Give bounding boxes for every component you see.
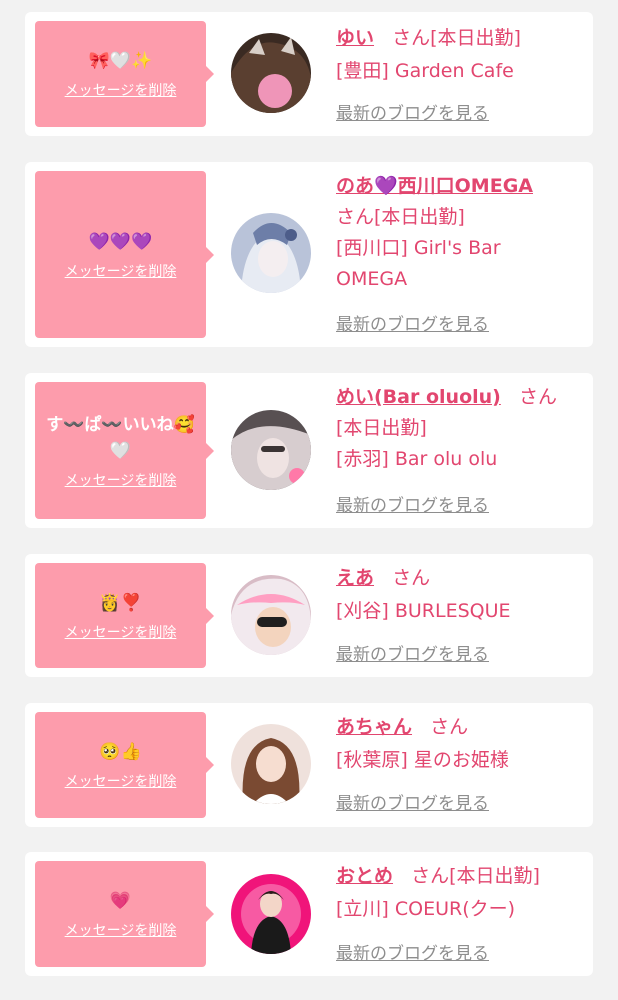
message-card: す〰️ぱ〰️いいね🥰🤍 メッセージを削除 めい(Bar oluolu) さん [… — [25, 373, 593, 528]
delete-message-link[interactable]: メッセージを削除 — [65, 920, 177, 940]
status-text: さん — [430, 716, 469, 738]
name-link[interactable]: えあ — [336, 567, 374, 589]
status-text: さん — [518, 386, 557, 408]
profile-info: のあ💜西川口OMEGA さん[本日出勤] [西川口] Girl's Bar OM… — [336, 171, 586, 295]
blog-link[interactable]: 最新のブログを見る — [336, 310, 489, 335]
shop-text: [豊田] Garden Cafe — [336, 60, 514, 82]
name-link[interactable]: おとめ — [336, 865, 393, 887]
shop-text: [立川] COEUR(クー) — [336, 898, 516, 920]
name-link[interactable]: めい(Bar oluolu) — [336, 386, 501, 408]
message-bubble: 🎀🤍✨ メッセージを削除 — [35, 21, 214, 127]
status-text: さん[本日出勤] — [336, 206, 465, 228]
shop-text: [秋葉原] 星のお姫様 — [336, 749, 509, 771]
delete-message-link[interactable]: メッセージを削除 — [65, 470, 177, 490]
blog-link[interactable]: 最新のブログを見る — [336, 491, 489, 516]
delete-message-link[interactable]: メッセージを削除 — [65, 80, 177, 100]
status-text: さん[本日出勤] — [392, 27, 521, 49]
avatar[interactable] — [231, 874, 311, 954]
avatar[interactable] — [231, 33, 311, 113]
message-bubble: 💜💜💜 メッセージを削除 — [35, 171, 214, 338]
profile-info: めい(Bar oluolu) さん [本日出勤] [赤羽] Bar olu ol… — [336, 382, 586, 475]
profile-info: おとめ さん[本日出勤] [立川] COEUR(クー) — [336, 861, 586, 925]
status-text: さん — [392, 567, 431, 589]
shop-text: [刈谷] BURLESQUE — [336, 600, 511, 622]
delete-message-link[interactable]: メッセージを削除 — [65, 771, 177, 791]
message-card: 💜💜💜 メッセージを削除 のあ💜西川口OMEGA さん[本日出勤] [西川口] … — [25, 162, 593, 347]
profile-info: えあ さん [刈谷] BURLESQUE — [336, 563, 586, 627]
message-card: 🎀🤍✨ メッセージを削除 ゆい さん[本日出勤] [豊田] Garden Caf… — [25, 12, 593, 136]
blog-link[interactable]: 最新のブログを見る — [336, 789, 489, 814]
message-text: 🎀🤍✨ — [88, 51, 153, 71]
blog-link[interactable]: 最新のブログを見る — [336, 939, 489, 964]
message-card: 💗 メッセージを削除 おとめ さん[本日出勤] [立川] COEUR(クー) 最… — [25, 852, 593, 976]
profile-info: あちゃん さん [秋葉原] 星のお姫様 — [336, 712, 586, 776]
blog-link[interactable]: 最新のブログを見る — [336, 99, 489, 124]
profile-info: ゆい さん[本日出勤] [豊田] Garden Cafe — [336, 23, 586, 87]
status-text: さん[本日出勤] — [411, 865, 540, 887]
message-text: 💜💜💜 — [88, 231, 153, 252]
delete-message-link[interactable]: メッセージを削除 — [65, 261, 177, 281]
message-text: す〰️ぱ〰️いいね🥰🤍 — [46, 414, 195, 461]
avatar[interactable] — [231, 724, 311, 804]
avatar[interactable] — [231, 213, 311, 293]
message-card: 👸❣️ メッセージを削除 えあ さん [刈谷] BURLESQUE 最新のブログ… — [25, 554, 593, 677]
name-link[interactable]: ゆい — [336, 27, 374, 49]
message-card: 🥺👍 メッセージを削除 あちゃん さん [秋葉原] 星のお姫様 最新のブログを見… — [25, 703, 593, 827]
shop-text: [赤羽] Bar olu olu — [336, 448, 498, 470]
avatar[interactable] — [231, 575, 311, 655]
message-bubble: 🥺👍 メッセージを削除 — [35, 712, 214, 818]
message-bubble: 👸❣️ メッセージを削除 — [35, 563, 214, 668]
message-bubble: 💗 メッセージを削除 — [35, 861, 214, 967]
message-text: 💗 — [109, 891, 132, 911]
message-bubble: す〰️ぱ〰️いいね🥰🤍 メッセージを削除 — [35, 382, 214, 519]
name-link[interactable]: あちゃん — [336, 716, 412, 738]
message-text: 👸❣️ — [99, 592, 142, 613]
name-link[interactable]: のあ💜西川口OMEGA — [336, 175, 533, 197]
avatar[interactable] — [231, 410, 311, 490]
delete-message-link[interactable]: メッセージを削除 — [65, 622, 177, 642]
blog-link[interactable]: 最新のブログを見る — [336, 640, 489, 665]
shop-text: [西川口] Girl's Bar OMEGA — [336, 237, 501, 290]
status-today: [本日出勤] — [336, 417, 427, 439]
message-text: 🥺👍 — [99, 742, 142, 762]
